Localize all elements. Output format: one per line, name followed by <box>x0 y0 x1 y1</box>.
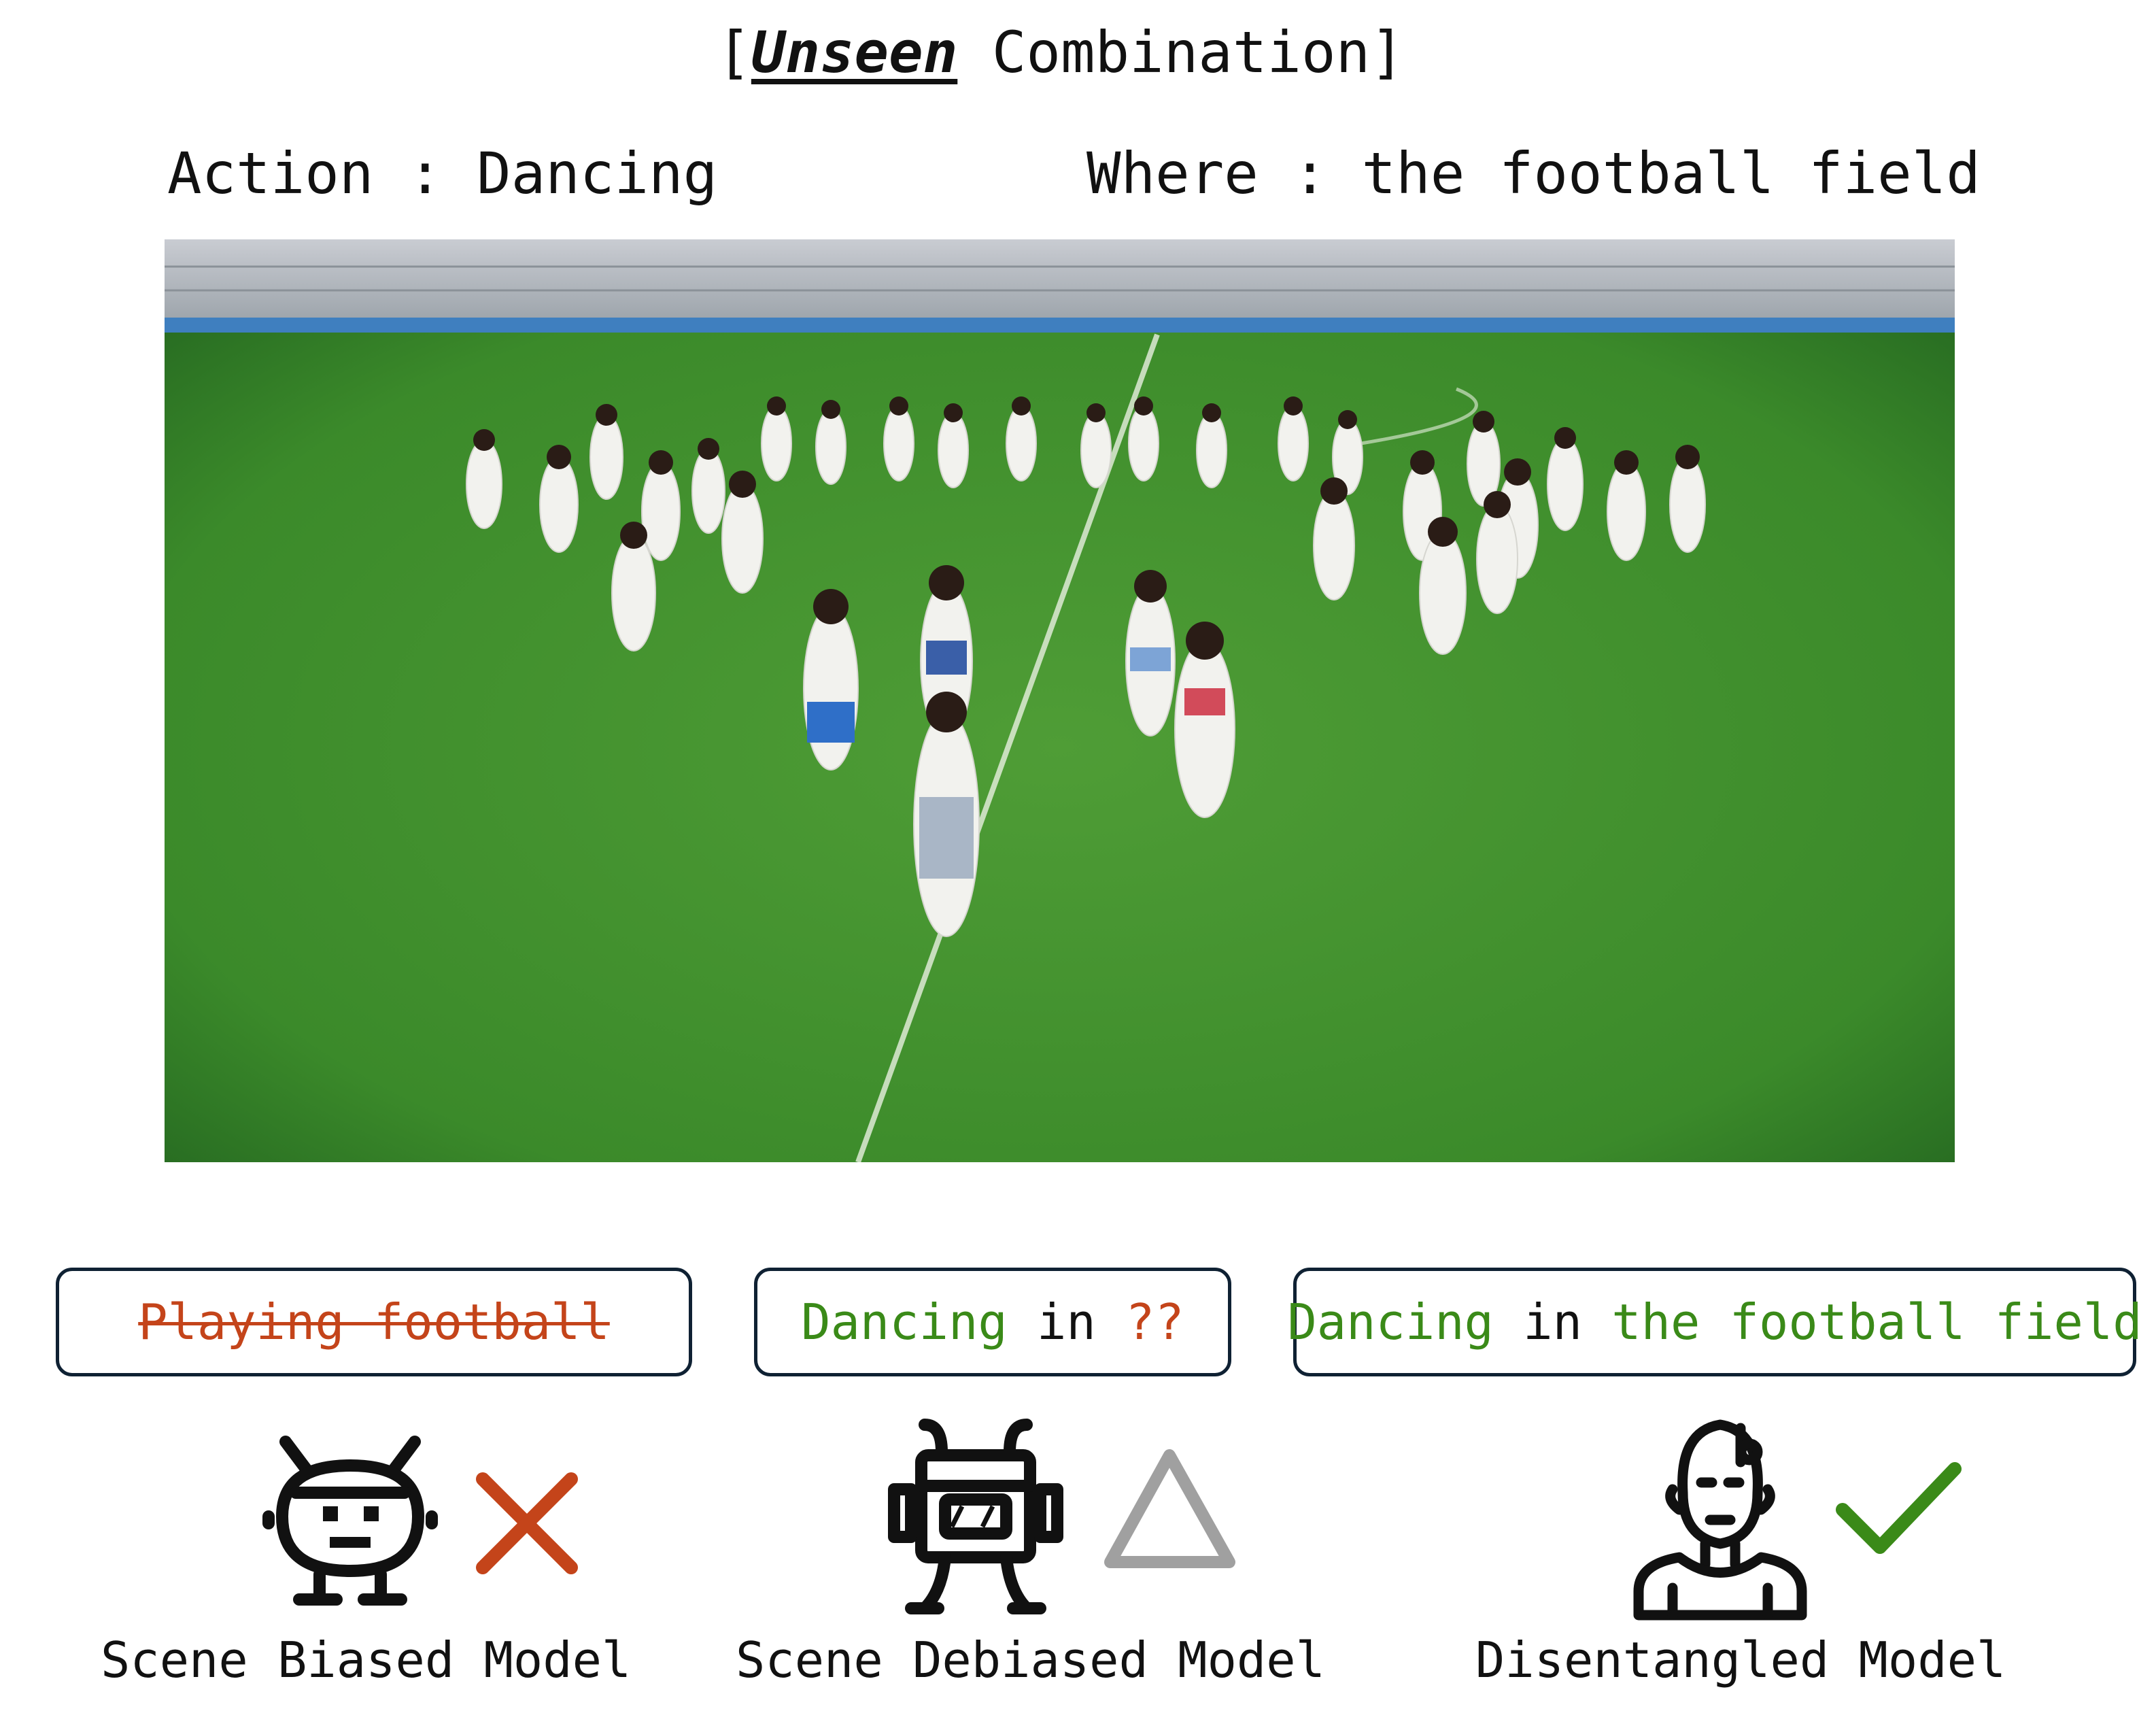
prediction-box-debiased: Dancing in ?? <box>754 1268 1231 1376</box>
prediction-biased-text: Playing football <box>138 1293 610 1351</box>
where-label: Where : the football field <box>1086 140 1981 207</box>
scene-photo <box>165 239 1955 1162</box>
human-icon <box>1625 1411 1815 1622</box>
figure-title: [Unseen Combination] <box>717 19 1405 86</box>
model-label-debiased: Scene Debiased Model <box>736 1631 1325 1689</box>
model-label-biased: Scene Biased Model <box>101 1631 632 1689</box>
model-label-disentangled: Disentangled Model <box>1475 1631 2006 1689</box>
prediction-disentangled-place: the football field <box>1611 1293 2142 1351</box>
prediction-debiased-place: ?? <box>1125 1293 1184 1351</box>
prediction-debiased-action: Dancing <box>801 1293 1008 1351</box>
prediction-box-disentangled: Dancing in the football field <box>1287 1268 2142 1376</box>
prediction-box-biased: Playing football <box>56 1268 692 1376</box>
robot-antenna-icon <box>884 1414 1067 1619</box>
action-label: Action : Dancing <box>167 140 718 207</box>
triangle-icon <box>1100 1445 1239 1574</box>
prediction-debiased-in: in <box>1007 1293 1126 1351</box>
checkmark-icon <box>1832 1459 1965 1561</box>
title-emphasis: Unseen <box>751 19 958 86</box>
prediction-disentangled-action: Dancing <box>1287 1293 1494 1351</box>
robot-icon <box>258 1428 442 1612</box>
prediction-disentangled-in: in <box>1493 1293 1612 1351</box>
cross-icon <box>473 1469 581 1578</box>
